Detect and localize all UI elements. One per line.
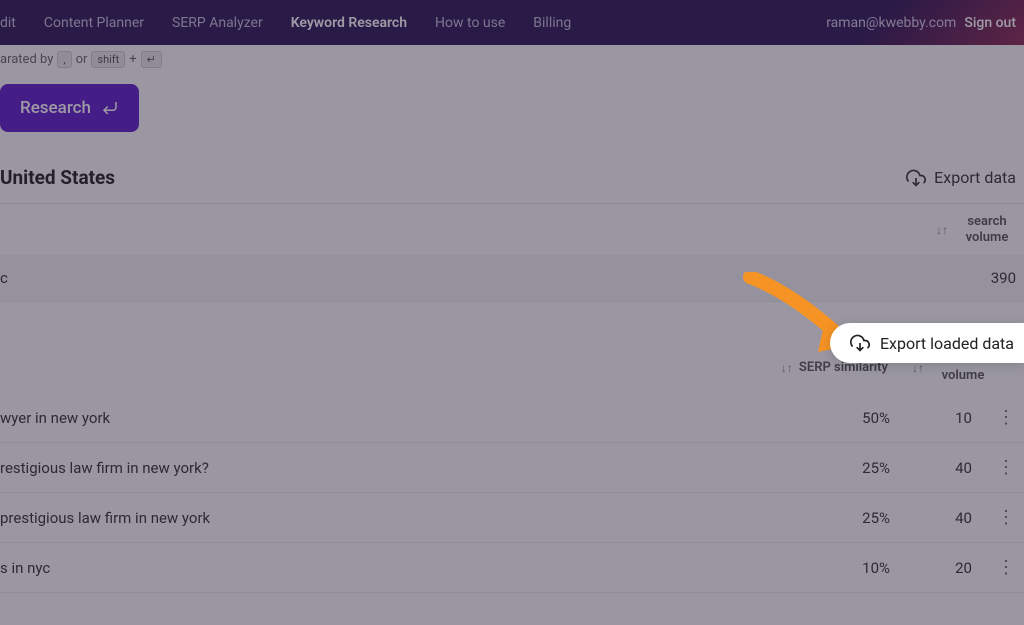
location-section: United States Export data [0, 150, 1024, 204]
row-volume: 40 [914, 459, 972, 477]
sort-icon[interactable]: ↓↑ [781, 361, 793, 375]
research-button-label: Research [20, 98, 91, 118]
table1-row[interactable]: c 390 [0, 255, 1024, 302]
hint-plus: + [129, 52, 136, 67]
key-comma: , [57, 51, 71, 68]
location-label: United States [0, 166, 115, 189]
nav-item-billing[interactable]: Billing [533, 15, 571, 31]
export-data-link[interactable]: Export data [906, 168, 1016, 188]
cloud-download-icon [906, 168, 926, 188]
hint-or: or [76, 52, 88, 67]
row-keyword: s in nyc [0, 559, 830, 577]
cloud-download-icon [850, 333, 870, 353]
row-menu-button[interactable]: ⋮ [996, 557, 1016, 578]
row-serp: 25% [830, 509, 890, 527]
table-row[interactable]: wyer in new york 50% 10 ⋮ [0, 393, 1024, 443]
row-menu-button[interactable]: ⋮ [996, 407, 1016, 428]
search-volume-header[interactable]: search volume [958, 214, 1016, 245]
export-data-label: Export data [934, 168, 1016, 187]
row-keyword: wyer in new york [0, 409, 830, 427]
key-shift: shift [91, 51, 125, 68]
enter-icon [101, 99, 119, 117]
research-button[interactable]: Research [0, 84, 139, 132]
row-serp: 25% [830, 459, 890, 477]
row-menu-button[interactable]: ⋮ [996, 457, 1016, 478]
sort-icon[interactable]: ↓↑ [936, 223, 948, 237]
nav-item-edit[interactable]: dit [0, 15, 16, 31]
export-popup-label: Export loaded data [880, 334, 1014, 353]
nav-item-serp-analyzer[interactable]: SERP Analyzer [172, 15, 263, 31]
row-menu-button[interactable]: ⋮ [996, 507, 1016, 528]
keyboard-hint: arated by , or shift + ↵ [0, 45, 1024, 74]
table-row[interactable]: restigious law firm in new york? 25% 40 … [0, 443, 1024, 493]
row-volume: 20 [914, 559, 972, 577]
sign-out-link[interactable]: Sign out [964, 15, 1016, 31]
user-email: raman@kwebby.com [826, 15, 956, 31]
table-row[interactable]: prestigious law firm in new york 25% 40 … [0, 493, 1024, 543]
nav-item-content-planner[interactable]: Content Planner [44, 15, 144, 31]
row-keyword: restigious law firm in new york? [0, 459, 830, 477]
row-volume: 390 [958, 269, 1016, 287]
top-navigation: dit Content Planner SERP Analyzer Keywor… [0, 0, 1024, 45]
nav-item-how-to-use[interactable]: How to use [435, 15, 505, 31]
hint-text: arated by [0, 52, 53, 67]
row-keyword: prestigious law firm in new york [0, 509, 830, 527]
row-serp: 10% [830, 559, 890, 577]
row-volume: 40 [914, 509, 972, 527]
key-enter: ↵ [141, 51, 162, 68]
nav-item-keyword-research[interactable]: Keyword Research [291, 15, 407, 31]
row-serp: 50% [830, 409, 890, 427]
table-row[interactable]: s in nyc 10% 20 ⋮ [0, 543, 1024, 593]
table1-header: ↓↑ search volume [0, 204, 1024, 255]
row-volume: 10 [914, 409, 972, 427]
export-loaded-data-popup[interactable]: Export loaded data [830, 323, 1024, 363]
